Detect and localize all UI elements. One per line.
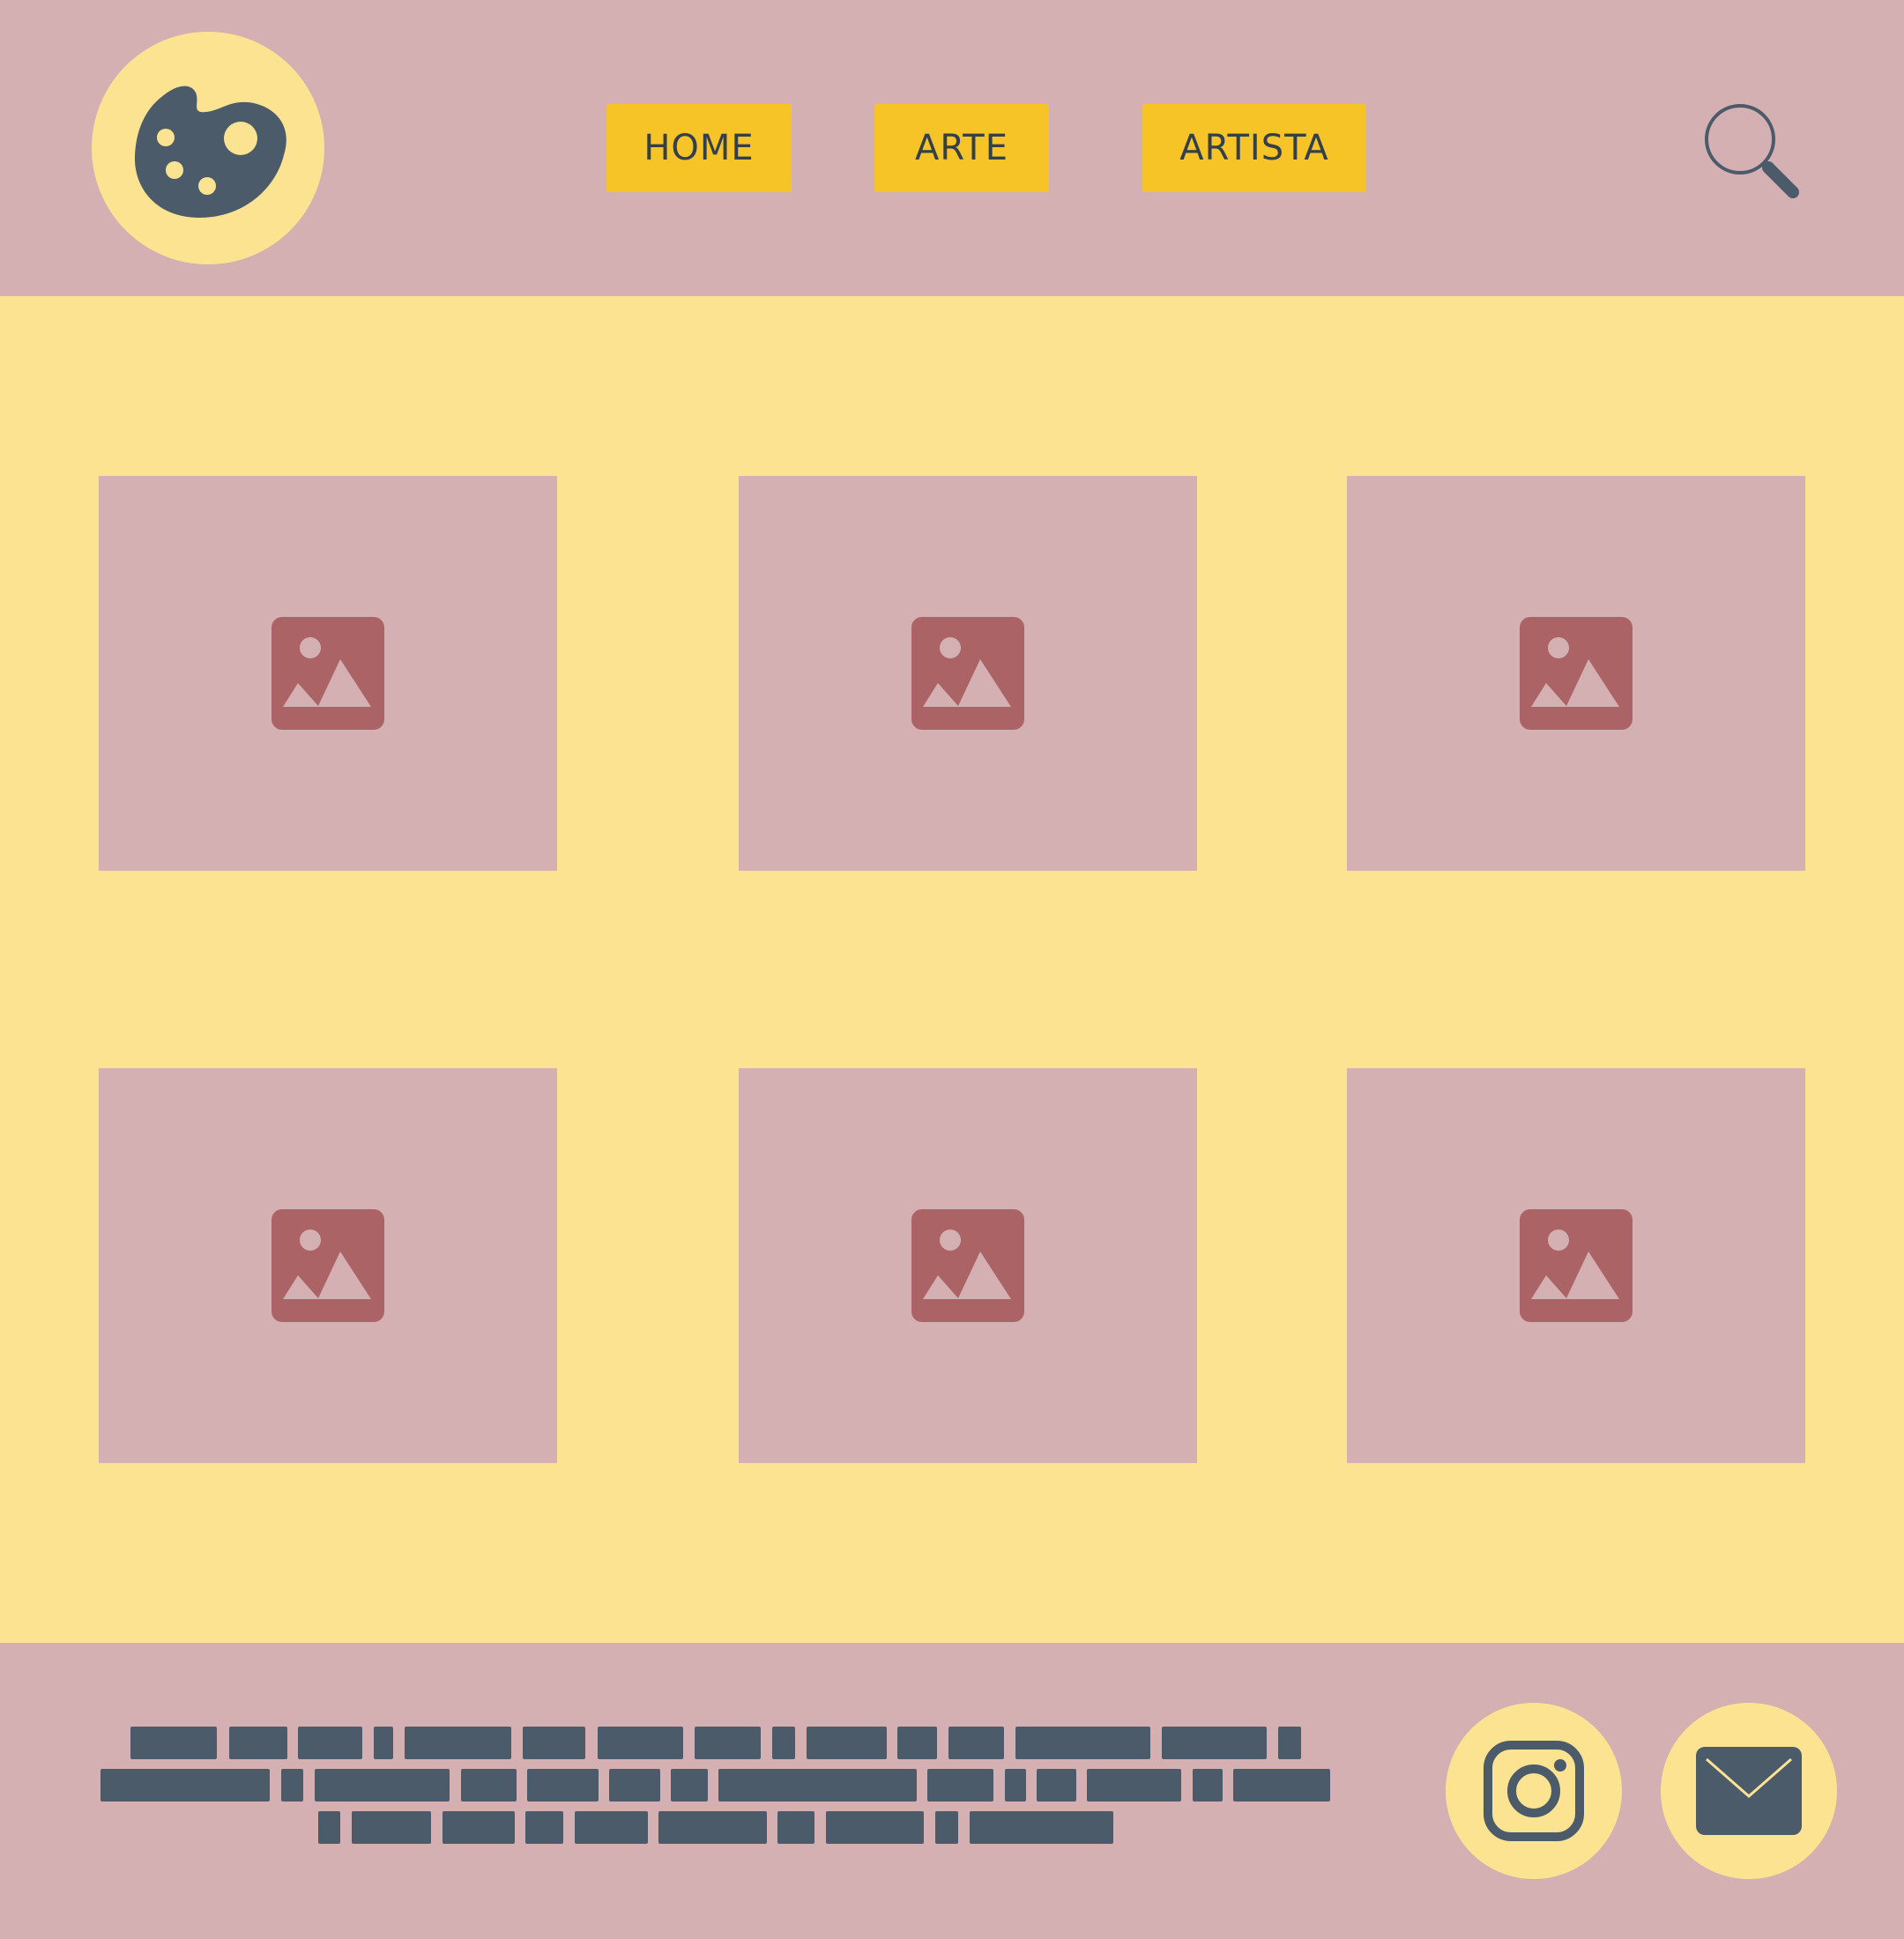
text-placeholder-bar xyxy=(1005,1769,1026,1802)
footer-text-placeholder xyxy=(0,1643,1375,1939)
text-placeholder-bar xyxy=(1233,1769,1330,1802)
text-placeholder-bar xyxy=(298,1727,362,1759)
text-placeholder-bar xyxy=(130,1727,217,1759)
text-placeholder-bar xyxy=(575,1811,648,1844)
text-placeholder-bar xyxy=(443,1811,515,1844)
gallery-item-6[interactable] xyxy=(1347,1068,1805,1463)
mail-icon xyxy=(1696,1747,1802,1835)
text-placeholder-bar xyxy=(777,1811,814,1844)
text-placeholder-bar xyxy=(948,1727,1004,1759)
gallery-item-5[interactable] xyxy=(739,1068,1197,1463)
text-placeholder-bar xyxy=(671,1769,708,1802)
text-placeholder-bar xyxy=(807,1727,887,1759)
text-placeholder-bar xyxy=(598,1727,683,1759)
site-header: HOME ARTE ARTISTA xyxy=(0,0,1904,296)
text-placeholder-bar xyxy=(523,1727,585,1759)
text-placeholder-bar xyxy=(658,1811,767,1844)
image-placeholder-icon xyxy=(271,617,384,730)
mail-button[interactable] xyxy=(1661,1703,1837,1879)
nav-arte-button[interactable]: ARTE xyxy=(874,104,1049,192)
text-placeholder-bar xyxy=(315,1769,450,1802)
text-placeholder-bar xyxy=(1087,1769,1181,1802)
text-placeholder-bar xyxy=(927,1769,993,1802)
image-placeholder-icon xyxy=(911,617,1024,730)
nav-artista-button[interactable]: ARTISTA xyxy=(1142,104,1366,192)
nav-home-label: HOME xyxy=(643,128,755,168)
site-footer xyxy=(0,1643,1904,1939)
text-placeholder-bar xyxy=(100,1769,270,1802)
text-placeholder-bar xyxy=(318,1811,340,1844)
nav-home-button[interactable]: HOME xyxy=(606,104,792,192)
palette-icon xyxy=(134,85,286,219)
text-placeholder-bar xyxy=(772,1727,795,1759)
search-icon xyxy=(1705,104,1799,198)
search-button[interactable] xyxy=(1698,99,1804,204)
gallery-item-2[interactable] xyxy=(739,476,1197,871)
text-placeholder-bar xyxy=(826,1811,924,1844)
text-placeholder-bar xyxy=(970,1811,1113,1844)
gallery-item-1[interactable] xyxy=(99,476,557,871)
text-placeholder-bar xyxy=(718,1769,917,1802)
text-placeholder-bar xyxy=(1015,1727,1150,1759)
text-placeholder-bar xyxy=(609,1769,660,1802)
text-placeholder-bar xyxy=(1278,1727,1301,1759)
instagram-button[interactable] xyxy=(1446,1703,1622,1879)
text-placeholder-bar xyxy=(229,1727,287,1759)
image-placeholder-icon xyxy=(1520,1209,1633,1322)
text-placeholder-bar xyxy=(461,1769,517,1802)
text-placeholder-bar xyxy=(405,1727,511,1759)
text-placeholder-bar xyxy=(935,1811,958,1844)
instagram-icon xyxy=(1484,1741,1584,1841)
nav-artista-label: ARTISTA xyxy=(1179,128,1329,168)
text-placeholder-bar xyxy=(281,1769,303,1802)
text-placeholder-bar xyxy=(897,1727,937,1759)
text-placeholder-bar xyxy=(1037,1769,1076,1802)
text-placeholder-bar xyxy=(695,1727,761,1759)
text-placeholder-bar xyxy=(352,1811,431,1844)
text-placeholder-bar xyxy=(525,1811,563,1844)
image-placeholder-icon xyxy=(271,1209,384,1322)
gallery-item-3[interactable] xyxy=(1347,476,1805,871)
logo[interactable] xyxy=(92,32,324,264)
image-placeholder-icon xyxy=(911,1209,1024,1322)
text-placeholder-bar xyxy=(527,1769,599,1802)
text-placeholder-bar xyxy=(374,1727,393,1759)
text-placeholder-bar xyxy=(1162,1727,1267,1759)
nav-arte-label: ARTE xyxy=(915,128,1008,168)
image-placeholder-icon xyxy=(1520,617,1633,730)
text-placeholder-bar xyxy=(1193,1769,1223,1802)
gallery xyxy=(0,296,1904,1643)
gallery-item-4[interactable] xyxy=(99,1068,557,1463)
